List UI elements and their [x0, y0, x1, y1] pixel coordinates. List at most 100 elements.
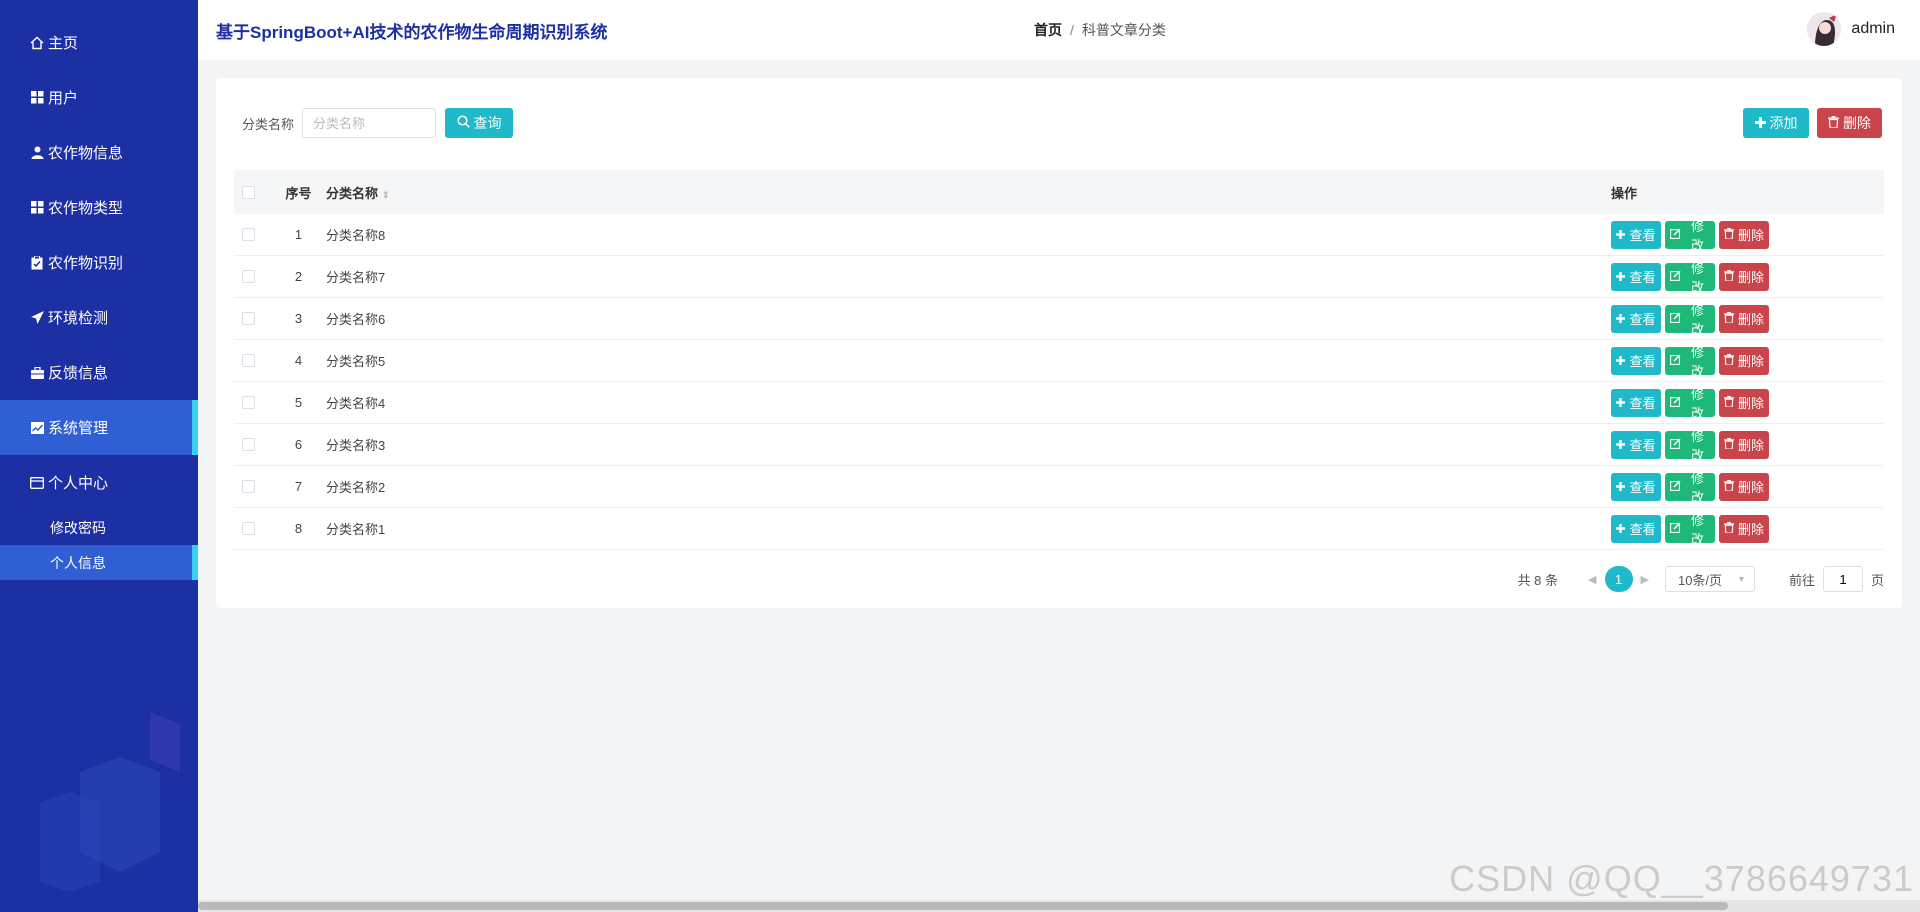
- scrollbar-thumb[interactable]: [198, 902, 1728, 910]
- add-button[interactable]: 添加: [1743, 108, 1809, 138]
- trash-icon: [1828, 115, 1839, 131]
- edit-button-label: 修改: [1690, 260, 1704, 295]
- edit-button[interactable]: 修改: [1665, 345, 1715, 379]
- delete-button[interactable]: 删除: [1719, 430, 1769, 459]
- trash-icon: [1724, 437, 1734, 452]
- view-button-label: 查看: [1629, 228, 1656, 243]
- select-all-checkbox[interactable]: [242, 185, 255, 199]
- sidebar-item-env-monitor[interactable]: 环境检测: [0, 290, 198, 345]
- trash-icon: [1724, 227, 1734, 242]
- edit-button-label: 修改: [1690, 218, 1704, 253]
- sidebar-subitem-change-password[interactable]: 修改密码: [0, 510, 198, 545]
- sidebar-item-home[interactable]: 主页: [0, 15, 198, 70]
- breadcrumb-separator: /: [1070, 22, 1074, 38]
- edit-button[interactable]: 修改: [1665, 261, 1715, 295]
- page-size-select[interactable]: 10条/页 ▼: [1664, 566, 1755, 592]
- query-button[interactable]: 查询: [445, 108, 514, 138]
- sidebar-item-users[interactable]: 用户: [0, 70, 198, 125]
- breadcrumb-home[interactable]: 首页: [1034, 22, 1062, 38]
- view-button[interactable]: 查看: [1611, 514, 1661, 543]
- edit-button-label: 修改: [1690, 428, 1704, 463]
- row-checkbox[interactable]: [242, 396, 255, 409]
- edit-button[interactable]: 修改: [1665, 303, 1715, 337]
- sidebar-subitem-personal-info[interactable]: 个人信息: [0, 545, 198, 580]
- view-button[interactable]: 查看: [1611, 304, 1661, 333]
- delete-button[interactable]: 删除: [1719, 262, 1769, 291]
- row-category-name: 分类名称6: [326, 312, 386, 327]
- edit-button[interactable]: 修改: [1665, 429, 1715, 463]
- next-page-icon[interactable]: ▶: [1641, 573, 1649, 586]
- avatar[interactable]: [1807, 12, 1842, 46]
- delete-button-label: 删除: [1738, 522, 1765, 537]
- row-no: 8: [294, 521, 303, 536]
- delete-button[interactable]: 删除: [1719, 346, 1769, 375]
- page-number-button[interactable]: 1: [1604, 566, 1633, 592]
- view-button[interactable]: 查看: [1611, 262, 1661, 291]
- row-checkbox[interactable]: [242, 312, 255, 325]
- view-button[interactable]: 查看: [1611, 346, 1661, 375]
- batch-delete-button[interactable]: 删除: [1817, 108, 1882, 138]
- trash-icon: [1724, 395, 1734, 410]
- prev-page-icon[interactable]: ◀: [1588, 573, 1596, 586]
- delete-button[interactable]: 删除: [1719, 220, 1769, 249]
- sidebar-item-label: 农作物信息: [48, 145, 124, 162]
- row-actions: 查看 修改 删除: [1611, 429, 1884, 463]
- add-button-label: 添加: [1769, 115, 1798, 131]
- row-checkbox[interactable]: [242, 480, 255, 493]
- sidebar-item-feedback[interactable]: 反馈信息: [0, 345, 198, 400]
- edit-button[interactable]: 修改: [1665, 471, 1715, 505]
- row-category-name: 分类名称2: [326, 480, 386, 495]
- delete-button[interactable]: 删除: [1719, 472, 1769, 501]
- sort-icon[interactable]: ⇕: [382, 190, 390, 200]
- edit-button[interactable]: 修改: [1665, 513, 1715, 547]
- edit-button[interactable]: 修改: [1665, 387, 1715, 421]
- query-button-label: 查询: [473, 115, 502, 131]
- delete-button[interactable]: 删除: [1719, 514, 1769, 543]
- delete-button[interactable]: 删除: [1719, 388, 1769, 417]
- row-checkbox[interactable]: [242, 228, 255, 241]
- username[interactable]: admin: [1851, 20, 1895, 38]
- column-header-name[interactable]: 分类名称 ⇕: [321, 183, 1611, 202]
- sidebar-item-crop-type[interactable]: 农作物类型: [0, 180, 198, 235]
- view-button[interactable]: 查看: [1611, 388, 1661, 417]
- delete-button[interactable]: 删除: [1719, 304, 1769, 333]
- edit-button[interactable]: 修改: [1665, 219, 1715, 253]
- view-button-label: 查看: [1629, 354, 1656, 369]
- goto-page-input[interactable]: [1822, 566, 1863, 592]
- row-checkbox[interactable]: [242, 270, 255, 283]
- sidebar-item-personal-center[interactable]: 个人中心: [0, 455, 198, 510]
- category-table: 序号 分类名称 ⇕ 操作 1 分类名称8 查看 修改 删除 2 分类名称7 查看…: [234, 170, 1884, 550]
- delete-button-label: 删除: [1738, 396, 1765, 411]
- user-menu[interactable]: admin: [1807, 12, 1895, 46]
- row-no: 4: [294, 353, 303, 368]
- sidebar-item-crop-info[interactable]: 农作物信息: [0, 125, 198, 180]
- sidebar-item-system[interactable]: 系统管理: [0, 400, 198, 455]
- plus-icon: [1616, 311, 1626, 326]
- row-no: 6: [294, 437, 303, 452]
- sidebar-subitem-label: 个人信息: [50, 554, 106, 571]
- send-icon: [30, 311, 44, 325]
- row-checkbox[interactable]: [242, 354, 255, 367]
- row-checkbox[interactable]: [242, 438, 255, 451]
- row-no: 5: [294, 395, 303, 410]
- row-checkbox[interactable]: [242, 522, 255, 535]
- card-icon: [30, 476, 44, 490]
- horizontal-scrollbar[interactable]: [198, 900, 1920, 912]
- briefcase-icon: [30, 366, 44, 380]
- user-icon: [30, 146, 44, 160]
- edit-icon: [1670, 479, 1681, 494]
- view-button[interactable]: 查看: [1611, 472, 1661, 501]
- view-button-label: 查看: [1629, 396, 1656, 411]
- view-button[interactable]: 查看: [1611, 220, 1661, 249]
- row-actions: 查看 修改 删除: [1611, 261, 1884, 295]
- clipboard-icon: [30, 255, 44, 270]
- view-button-label: 查看: [1629, 480, 1656, 495]
- chevron-down-icon: ▼: [1737, 574, 1746, 584]
- edit-button-label: 修改: [1690, 470, 1704, 505]
- category-name-search-input[interactable]: [302, 108, 437, 138]
- sidebar-item-crop-recognition[interactable]: 农作物识别: [0, 235, 198, 290]
- row-category-name: 分类名称4: [326, 396, 386, 411]
- view-button[interactable]: 查看: [1611, 430, 1661, 459]
- batch-delete-button-label: 删除: [1843, 115, 1871, 131]
- delete-button-label: 删除: [1738, 480, 1765, 495]
